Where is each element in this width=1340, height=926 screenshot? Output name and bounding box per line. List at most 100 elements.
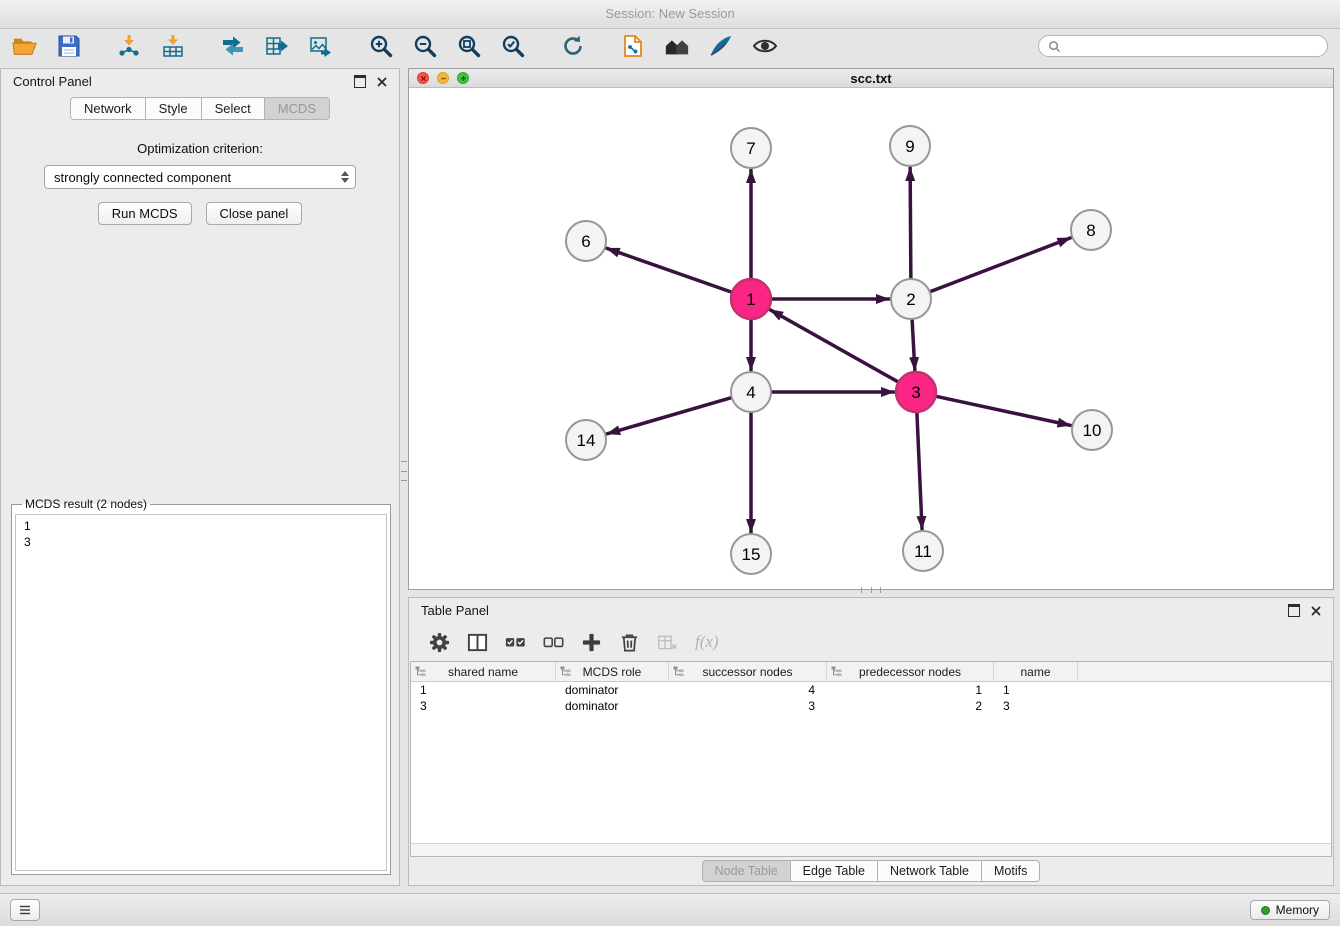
zoom-fit-icon: [456, 34, 482, 58]
cell-shared-name: 1: [411, 683, 556, 697]
import-table-button[interactable]: [156, 31, 190, 61]
column-label: predecessor nodes: [859, 665, 961, 679]
style-button[interactable]: [704, 31, 738, 61]
table-row[interactable]: 1 dominator 4 1 1: [411, 682, 1331, 698]
table-panel-title: Table Panel: [421, 603, 489, 618]
new-network-from-selection-button[interactable]: [616, 31, 650, 61]
save-session-button[interactable]: [52, 31, 86, 61]
table-row[interactable]: 3 dominator 3 2 3: [411, 698, 1331, 714]
table-horizontal-scrollbar[interactable]: [411, 843, 1331, 856]
zoom-in-button[interactable]: [364, 31, 398, 61]
search-field[interactable]: [1038, 35, 1328, 57]
criterion-selected-value: strongly connected component: [54, 170, 231, 185]
tab-select[interactable]: Select: [202, 97, 265, 120]
table-empty-area: [411, 714, 1331, 843]
delete-column-button[interactable]: [619, 632, 640, 653]
table-settings-button[interactable]: [429, 632, 450, 653]
tab-style[interactable]: Style: [146, 97, 202, 120]
column-header-predecessor-nodes[interactable]: predecessor nodes: [827, 662, 994, 681]
zoom-in-icon: [368, 34, 394, 58]
graph-edge-2-9[interactable]: [910, 168, 911, 278]
window-minimize-icon[interactable]: [437, 72, 449, 84]
create-column-button[interactable]: [581, 632, 602, 653]
list-icon: [19, 905, 31, 915]
network-canvas[interactable]: 7968124314101511: [409, 88, 1333, 591]
graph-edge-2-3[interactable]: [912, 320, 915, 370]
column-header-name[interactable]: name: [994, 662, 1078, 681]
float-table-panel-icon[interactable]: [1288, 604, 1300, 617]
memory-button[interactable]: Memory: [1250, 900, 1330, 920]
graph-edge-3-11[interactable]: [917, 413, 922, 529]
zoom-selected-button[interactable]: [496, 31, 530, 61]
run-mcds-button[interactable]: Run MCDS: [98, 202, 192, 225]
delete-table-button[interactable]: [657, 632, 678, 653]
graph-edge-3-10[interactable]: [937, 396, 1071, 425]
select-all-columns-button[interactable]: [505, 632, 526, 653]
trash-icon: [619, 632, 640, 653]
column-header-successor-nodes[interactable]: successor nodes: [669, 662, 827, 681]
cell-name: 1: [994, 683, 1078, 697]
graph-edge-4-14[interactable]: [607, 398, 731, 434]
graph-edge-2-8[interactable]: [931, 238, 1071, 292]
tab-motifs[interactable]: Motifs: [982, 860, 1040, 882]
export-image-button[interactable]: [304, 31, 338, 61]
criterion-dropdown[interactable]: strongly connected component: [44, 165, 356, 189]
task-history-button[interactable]: [10, 899, 40, 921]
table-tabs: Node Table Edge Table Network Table Moti…: [409, 857, 1333, 885]
refresh-icon: [560, 34, 586, 58]
control-panel-title: Control Panel: [13, 74, 92, 89]
application-window: Session: New Session: [0, 0, 1340, 926]
horizontal-splitter[interactable]: [858, 587, 884, 593]
window-close-icon[interactable]: [417, 72, 429, 84]
status-bar: Memory: [0, 893, 1340, 926]
export-table-button[interactable]: [260, 31, 294, 61]
vertical-splitter[interactable]: [401, 458, 407, 484]
node-table: shared name MCDS role successor nodes pr…: [410, 661, 1332, 857]
cell-shared-name: 3: [411, 699, 556, 713]
search-input[interactable]: [1066, 39, 1318, 53]
gear-icon: [429, 632, 450, 653]
mcds-result-box: MCDS result (2 nodes) 1 3: [11, 497, 391, 875]
apply-layout-button[interactable]: [556, 31, 590, 61]
tab-edge-table[interactable]: Edge Table: [791, 860, 878, 882]
window-maximize-icon[interactable]: [457, 72, 469, 84]
graph-node-label: 3: [911, 383, 920, 402]
memory-label: Memory: [1276, 903, 1319, 917]
export-network-button[interactable]: [216, 31, 250, 61]
import-network-icon: [116, 34, 142, 58]
cell-successor-nodes: 3: [669, 699, 827, 713]
tab-mcds[interactable]: MCDS: [265, 97, 330, 120]
zoom-out-button[interactable]: [408, 31, 442, 61]
first-neighbors-button[interactable]: [660, 31, 694, 61]
column-header-shared-name[interactable]: shared name: [411, 662, 556, 681]
delete-table-icon: [657, 632, 678, 653]
style-brush-icon: [708, 34, 734, 58]
column-label: successor nodes: [702, 665, 792, 679]
show-hide-button[interactable]: [748, 31, 782, 61]
zoom-fit-button[interactable]: [452, 31, 486, 61]
mcds-result-title: MCDS result (2 nodes): [22, 497, 150, 511]
close-panel-icon[interactable]: [377, 77, 387, 87]
unchecked-boxes-icon: [543, 632, 564, 653]
show-columns-button[interactable]: [467, 632, 488, 653]
mcds-result-list[interactable]: 1 3: [15, 514, 387, 871]
close-table-panel-icon[interactable]: [1311, 606, 1321, 616]
import-network-button[interactable]: [112, 31, 146, 61]
cell-mcds-role: dominator: [556, 683, 669, 697]
close-panel-button[interactable]: Close panel: [206, 202, 303, 225]
unselect-all-columns-button[interactable]: [543, 632, 564, 653]
table-header-row: shared name MCDS role successor nodes pr…: [411, 662, 1331, 682]
function-builder-button[interactable]: f(x): [695, 632, 719, 652]
tab-node-table[interactable]: Node Table: [702, 860, 791, 882]
tab-network[interactable]: Network: [70, 97, 146, 120]
save-icon: [56, 34, 82, 58]
tab-network-table[interactable]: Network Table: [878, 860, 982, 882]
graph-edge-3-1[interactable]: [770, 310, 898, 382]
export-network-icon: [220, 34, 246, 58]
column-header-mcds-role[interactable]: MCDS role: [556, 662, 669, 681]
graph-edge-1-6[interactable]: [607, 248, 731, 292]
float-panel-icon[interactable]: [354, 75, 366, 88]
open-session-button[interactable]: [8, 31, 42, 61]
graph-node-label: 14: [577, 431, 596, 450]
cell-mcds-role: dominator: [556, 699, 669, 713]
